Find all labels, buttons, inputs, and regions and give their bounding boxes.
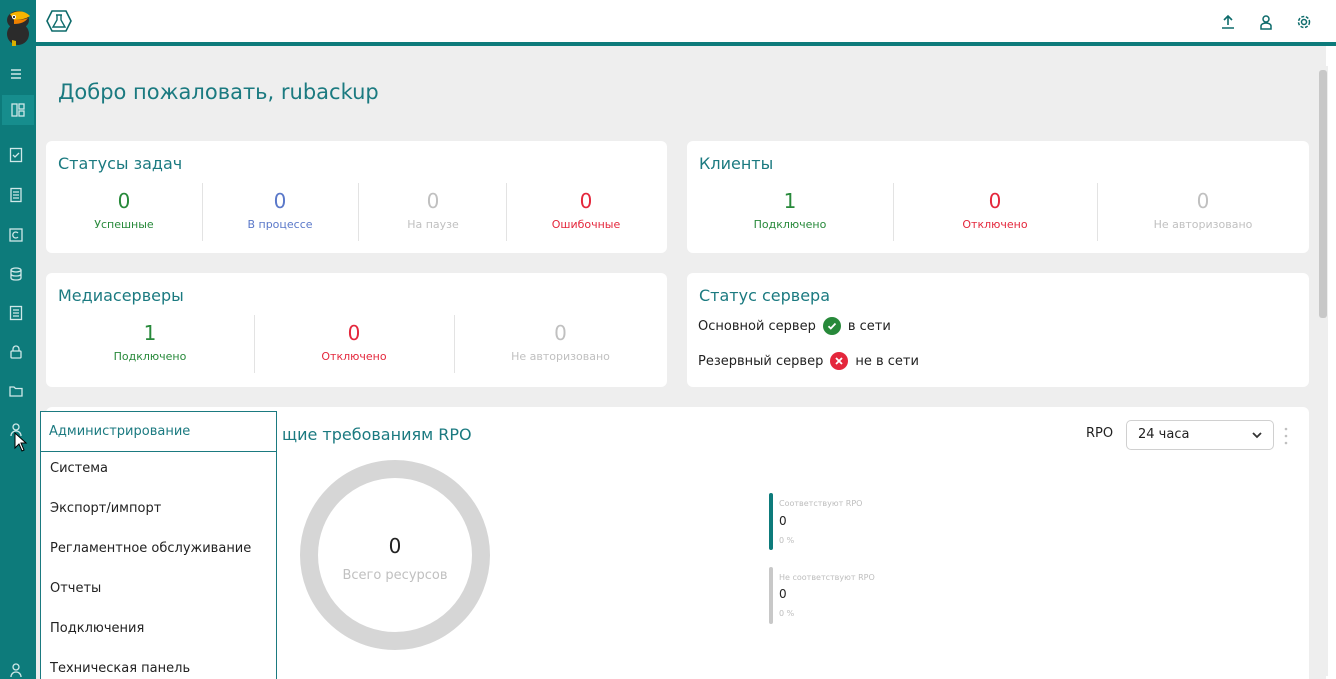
stat-label: Не авторизовано [511,350,610,363]
stat-connected[interactable]: 1 Подключено [687,190,893,231]
cross-circle-icon [830,352,849,370]
stat-value: 0 [273,189,287,213]
donut-total-value: 0 [388,534,402,558]
menu-item-tech-panel[interactable]: Техническая панель [50,661,190,676]
stat-value: 0 [117,189,131,213]
app-window: Добро пожаловать, rubackup Статусы задач… [0,0,1336,679]
mouse-cursor-icon [14,432,28,452]
user-icon[interactable] [1258,14,1274,30]
rpo-select-label: RPO [1086,426,1114,441]
menu-icon[interactable] [8,66,24,82]
rpo-period-select[interactable]: 24 часа [1126,420,1274,450]
toucan-logo [7,11,30,46]
stat-value: 0 [426,189,440,213]
more-options-icon[interactable] [1283,424,1289,448]
tasks-icon[interactable] [8,147,24,163]
primary-server-status: в сети [847,318,891,334]
backup-server-status: не в сети [855,353,919,369]
scrollbar-thumb[interactable] [1319,70,1327,318]
stat-label: Отключено [321,350,387,363]
stat-value: 0 [988,189,1002,213]
backup-server-label: Резервный сервер [698,353,824,369]
stat-successful[interactable]: 0 Успешные [46,190,202,231]
check-circle-icon [822,317,841,335]
upload-icon[interactable] [1220,14,1236,30]
legend-title: Соответствуют RPO [779,499,863,508]
storage-icon[interactable] [8,266,24,282]
clients-icon[interactable] [8,227,24,243]
legend-bar-compliant [769,493,773,550]
menu-item-connections[interactable]: Подключения [50,621,144,636]
legend-percent: 0 % [779,536,795,545]
primary-server-row: Основной сервер в сети [698,317,891,335]
server-status-card: Статус сервера Основной сервер в сети Ре… [687,273,1309,387]
legend-percent: 0 % [779,609,795,618]
media-servers-card: Медиасерверы 1 Подключено 0 Отключено 0 … [46,273,667,387]
page-title: Добро пожаловать, rubackup [58,80,379,104]
card-title: Клиенты [699,154,774,173]
lab-flask-icon[interactable] [46,9,72,33]
dashboard-icon[interactable] [2,95,34,125]
stat-label: Не авторизовано [1153,218,1253,231]
stat-unauthorized[interactable]: 0 Не авторизовано [454,322,667,363]
stat-value: 1 [783,189,797,213]
stat-label: Подключено [753,218,827,231]
task-status-card: Статусы задач 0 Успешные 0 В процессе 0 … [46,141,667,253]
documents-icon[interactable] [8,187,24,203]
stat-paused[interactable]: 0 На паузе [358,190,508,231]
stat-disconnected[interactable]: 0 Отключено [893,190,1097,231]
stat-value: 0 [1196,189,1210,213]
menu-item-maintenance[interactable]: Регламентное обслуживание [50,541,251,556]
menu-header-label: Администрирование [49,424,191,439]
card-title: Медиасерверы [58,286,184,305]
rpo-card-title: щие требованиям RPO [282,425,472,444]
legend-bar-noncompliant [769,567,773,624]
rpo-select-value: 24 часа [1138,427,1190,442]
stat-label: Подключено [113,350,187,363]
primary-server-label: Основной сервер [698,318,816,334]
donut-total-label: Всего ресурсов [342,568,448,583]
folder-icon[interactable] [8,383,24,399]
stat-disconnected[interactable]: 0 Отключено [254,322,454,363]
settings-icon[interactable] [1296,14,1312,30]
menu-item-system[interactable]: Система [50,461,108,476]
legend-value: 0 [779,514,787,528]
stat-failed[interactable]: 0 Ошибочные [506,190,666,231]
top-bar [36,0,1336,42]
menu-header[interactable]: Администрирование [41,412,276,452]
stat-unauthorized[interactable]: 0 Не авторизовано [1097,190,1309,231]
menu-item-reports[interactable]: Отчеты [50,581,101,596]
stat-label: В процессе [247,218,313,231]
user-icon[interactable] [8,662,24,678]
backup-server-row: Резервный сервер не в сети [698,352,919,370]
stat-value: 0 [579,189,593,213]
card-title: Статус сервера [699,286,830,305]
legend-title: Не соответствуют RPO [779,573,875,582]
stat-label: На паузе [407,218,459,231]
stat-in-progress[interactable]: 0 В процессе [202,190,358,231]
administration-menu: Администрирование Система Экспорт/импорт… [40,411,277,679]
stat-label: Ошибочные [551,218,621,231]
legend-value: 0 [779,587,787,601]
stat-value: 1 [143,321,157,345]
sidebar-rail [0,0,36,679]
stat-value: 0 [347,321,361,345]
clients-card: Клиенты 1 Подключено 0 Отключено 0 Не ав… [687,141,1309,253]
journal-icon[interactable] [8,305,24,321]
card-title: Статусы задач [58,154,183,173]
stat-value: 0 [554,321,567,345]
stat-label: Отключено [962,218,1028,231]
chevron-down-icon [1252,432,1262,439]
stat-label: Успешные [94,218,154,231]
stat-connected[interactable]: 1 Подключено [46,322,254,363]
security-icon[interactable] [8,344,24,360]
menu-item-export-import[interactable]: Экспорт/импорт [50,501,161,516]
